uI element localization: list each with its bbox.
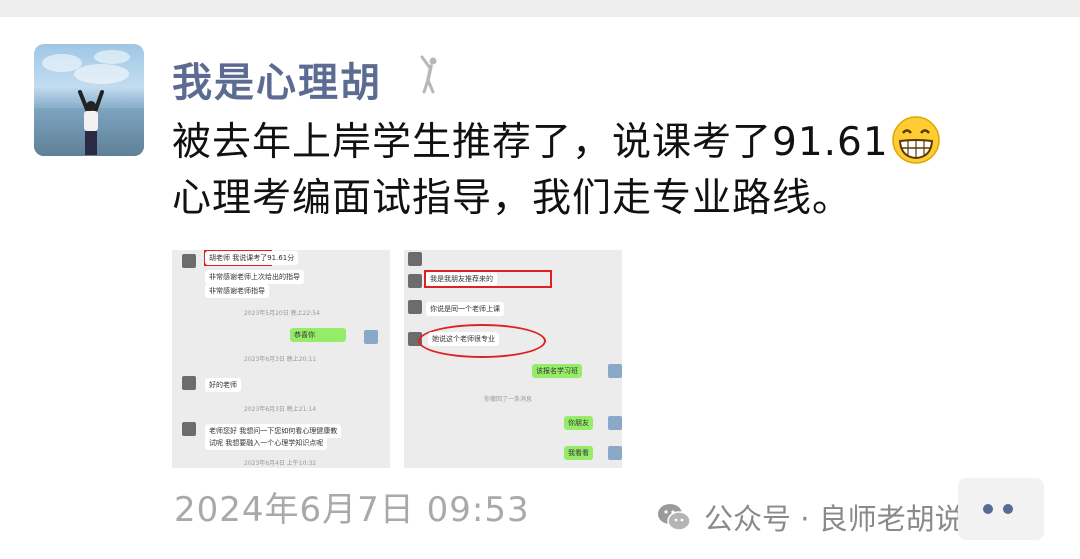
chat-message: 该报名学习班 [532,364,582,378]
chat-message: 你说是同一个老师上课 [426,302,504,316]
chat-message: 非常感谢老师上次给出的指导 [205,270,304,284]
chat-screenshot-1[interactable]: 胡老师 我说课考了91.61分 非常感谢老师上次给出的指导 非常感谢老师指导 2… [172,250,390,468]
chat-timestamp: 2023年6月4日 上午10:32 [244,460,317,467]
chat-message: 我是我朋友推荐来的 [426,272,497,286]
chat-message: 恭喜你 [290,328,346,342]
chat-message: 好的老师 [205,378,241,392]
chat-message: 她说这个老师很专业 [428,332,499,346]
chat-timestamp: 2023年6月3日 晚上20:11 [244,356,317,363]
chat-timestamp: 2023年6月3日 晚上21:14 [244,406,317,413]
author-name[interactable]: 我是心理胡 [172,50,382,108]
chat-message: 非常感谢老师指导 [205,284,269,298]
more-dots-icon[interactable] [958,478,1044,540]
post-text-line-2: 心理考编面试指导，我们走专业路线。 [172,176,853,221]
chat-message: 试呢 我想要融入一个心理学知识点呢 [205,436,328,450]
top-bar [0,0,1080,17]
chat-message: 你朋友 [564,416,593,430]
post-text: 被去年上岸学生推荐了，说课考了91.61 心理考编面试指导，我们走专业路线。 [172,115,1052,227]
chat-message: 胡老师 我说课考了91.61分 [205,251,299,265]
avatar[interactable] [34,44,144,156]
chat-screenshot-2[interactable]: 我是我朋友推荐来的 你说是同一个老师上课 她说这个老师很专业 该报名学习班 你撤… [404,250,622,468]
chat-timestamp: 2023年5月20日 晚上22:54 [244,310,320,317]
post-text-line-1: 被去年上岸学生推荐了，说课考了91.61 [172,115,1052,171]
grinning-face-emoji [891,116,940,164]
chat-timestamp: 你撤回了一条消息 [484,396,533,403]
post-text-line-1-text: 被去年上岸学生推荐了，说课考了91.61 [172,120,889,165]
wechat-official-account-icon [658,504,691,531]
person-cheering-icon [420,55,437,94]
chat-message: 我看看 [564,446,593,460]
post-timestamp: 2024年6月7日 09:53 [174,490,530,530]
